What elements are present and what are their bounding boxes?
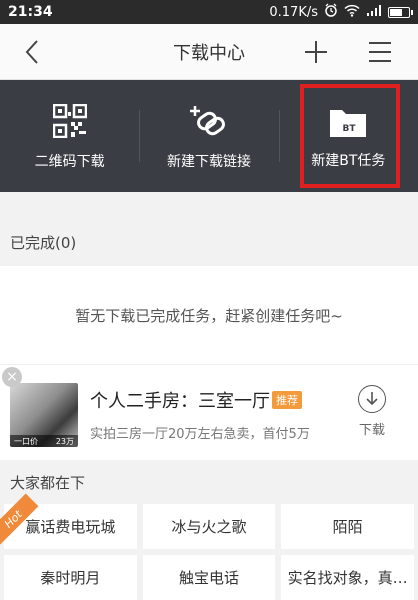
thumb-caption-right: 23万 bbox=[55, 436, 74, 446]
download-label: 下载 bbox=[358, 423, 385, 438]
completed-header: 已完成(0) bbox=[0, 220, 418, 264]
promo-card[interactable]: 一口价 23万 × 个人二手房：三室一厅 推荐 实拍三房一厅20万左右急卖，首付… bbox=[0, 364, 418, 460]
popular-label: 大家都在下 bbox=[10, 473, 86, 492]
status-bar: 21:34 0.17K/s bbox=[0, 0, 418, 24]
network-speed: 0.17K/s bbox=[269, 4, 318, 20]
wifi-icon bbox=[344, 4, 360, 21]
bt-folder-icon: BT bbox=[328, 102, 368, 142]
bt-icon-text: BT bbox=[343, 124, 357, 134]
completed-label: 已完成(0) bbox=[10, 233, 77, 252]
promo-thumbnail: 一口价 23万 bbox=[10, 383, 78, 447]
new-link-button[interactable]: 新建下载链接 bbox=[139, 80, 278, 192]
recommend-badge: 推荐 bbox=[272, 391, 302, 409]
thumb-caption-left: 一口价 bbox=[14, 436, 38, 446]
popular-item[interactable]: 触宝电话 bbox=[142, 555, 276, 600]
status-time: 21:34 bbox=[8, 4, 53, 20]
promo-description: 实拍三房一厅20万左右急卖，首付5万 bbox=[90, 427, 310, 442]
popular-item[interactable]: 实名找对象，真… bbox=[281, 555, 414, 600]
link-add-icon bbox=[189, 101, 229, 141]
popular-item[interactable]: 冰与火之歌 bbox=[142, 504, 276, 549]
popular-item[interactable]: 陌陌 bbox=[281, 504, 414, 549]
app-header: 下载中心 bbox=[0, 24, 418, 80]
close-icon[interactable]: × bbox=[2, 367, 22, 387]
qrcode-download-label: 二维码下载 bbox=[34, 154, 105, 170]
plus-icon bbox=[305, 41, 327, 63]
promo-download-button[interactable]: 下载 bbox=[352, 385, 392, 438]
popular-header: 大家都在下 bbox=[0, 460, 418, 504]
new-bt-task-button[interactable]: BT 新建BT任务 bbox=[278, 80, 418, 192]
new-bt-task-label: 新建BT任务 bbox=[311, 153, 386, 169]
popular-item[interactable]: 秦时明月 bbox=[4, 555, 137, 600]
signal-icon bbox=[366, 4, 382, 21]
download-icon bbox=[358, 385, 386, 413]
new-link-label: 新建下载链接 bbox=[166, 154, 251, 170]
alarm-icon bbox=[324, 3, 338, 21]
battery-icon bbox=[388, 6, 413, 18]
qrcode-download-button[interactable]: 二维码下载 bbox=[0, 80, 139, 192]
hamburger-icon bbox=[369, 42, 391, 62]
promo-title: 个人二手房：三室一厅 bbox=[90, 391, 270, 412]
page-title: 下载中心 bbox=[173, 42, 245, 64]
action-strip: 二维码下载 新建下载链接 BT 新建BT任务 bbox=[0, 80, 418, 192]
add-button[interactable] bbox=[302, 38, 330, 66]
qrcode-icon bbox=[50, 101, 90, 141]
empty-message: 暂无下载已完成任务，赶紧创建任务吧~ bbox=[0, 266, 418, 364]
menu-button[interactable] bbox=[366, 38, 394, 66]
popular-grid: 赢话费电玩城 冰与火之歌 陌陌 秦时明月 触宝电话 实名找对象，真… bbox=[0, 504, 418, 600]
empty-message-text: 暂无下载已完成任务，赶紧创建任务吧~ bbox=[75, 306, 343, 325]
